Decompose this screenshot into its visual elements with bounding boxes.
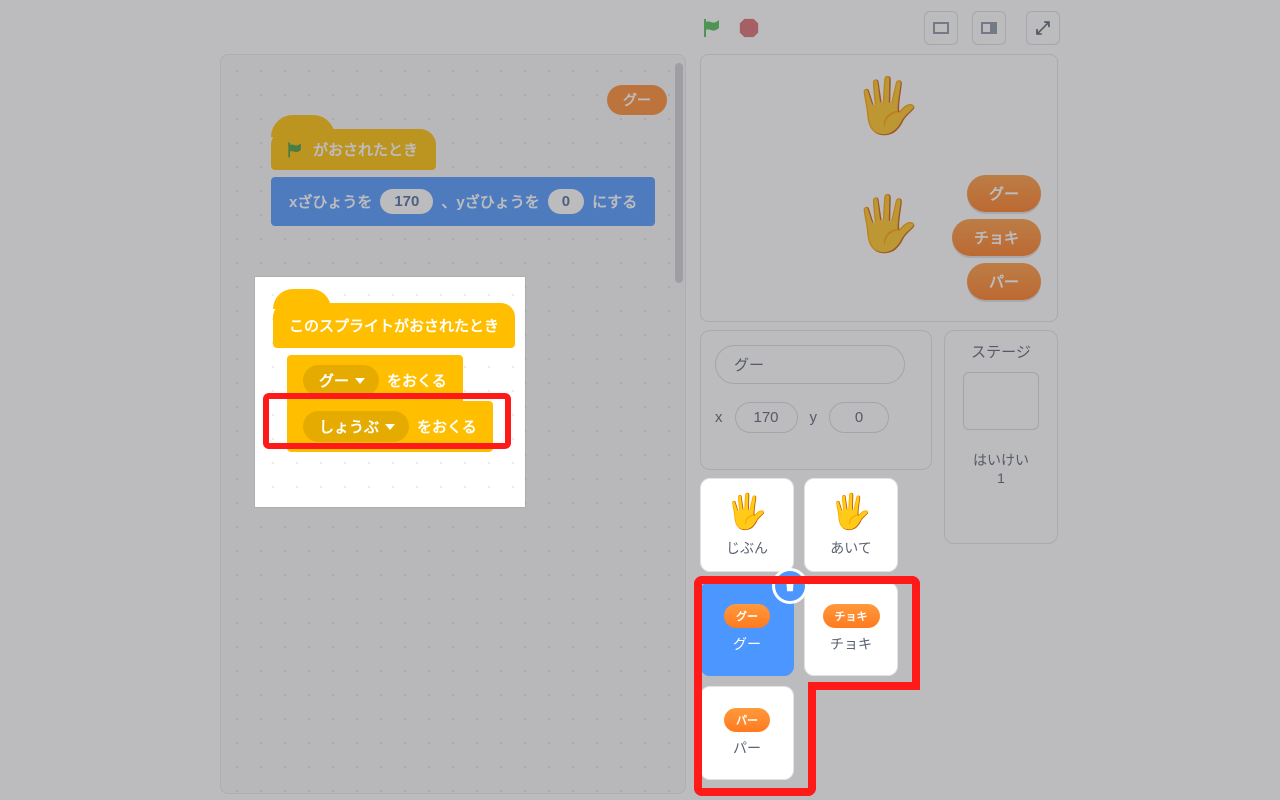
- hat-sprite-label: このスプライトがおされたとき: [289, 318, 499, 335]
- sprite-tile-label: あいて: [830, 538, 872, 558]
- sprite-tile-label: パー: [733, 738, 761, 758]
- y-input[interactable]: 0: [548, 189, 584, 214]
- broadcast-suffix-1: をおくる: [387, 370, 447, 391]
- trash-icon: [783, 579, 797, 593]
- sprite-tile-label: グー: [733, 634, 761, 654]
- sprite-tile-tag: チョキ: [823, 604, 880, 628]
- hand-icon: 🖐️: [830, 492, 872, 532]
- scrollbar[interactable]: [675, 63, 683, 283]
- sprite-tile-tag: グー: [724, 604, 770, 628]
- stage-header: ⤢: [700, 8, 1060, 48]
- hand-icon: 🖐️: [726, 492, 768, 532]
- small-stage-button[interactable]: [924, 11, 958, 45]
- stage[interactable]: 🖐️ 🖐️ グー チョキ パー: [700, 54, 1058, 322]
- sprite-tile-guu[interactable]: グー グー: [700, 582, 794, 676]
- sprite-tile-choki[interactable]: チョキ チョキ: [804, 582, 898, 676]
- when-sprite-clicked-block[interactable]: このスプライトがおされたとき: [273, 303, 515, 348]
- sprite-watermark: グー: [607, 85, 667, 115]
- x-value-input[interactable]: 170: [735, 402, 798, 433]
- highlight-outline: [263, 393, 511, 449]
- sprite-info-panel: グー x 170 y 0: [700, 330, 932, 470]
- sprite-tile-label: チョキ: [830, 634, 872, 654]
- when-flag-clicked-block[interactable]: がおされたとき: [271, 129, 436, 170]
- x-label: x: [715, 409, 723, 426]
- stage-thumbnail[interactable]: [963, 372, 1039, 430]
- large-stage-button[interactable]: [972, 11, 1006, 45]
- sprite-tile-aite[interactable]: 🖐️ あいて: [804, 478, 898, 572]
- backdrops-count: 1: [953, 470, 1049, 486]
- stop-icon[interactable]: [738, 17, 760, 39]
- y-value-input[interactable]: 0: [829, 402, 889, 433]
- highlight-region: このスプライトがおされたとき グー をおくる しょうぶ をおくる: [255, 277, 525, 507]
- motion-mid: 、yざひょうを: [441, 191, 539, 212]
- stage-button-rock[interactable]: グー: [967, 175, 1041, 212]
- broadcast-option-1: グー: [319, 370, 349, 391]
- sprite-tile-tag: パー: [724, 708, 770, 732]
- chevron-down-icon: [355, 378, 365, 384]
- stage-sprite-hand-top[interactable]: 🖐️: [853, 79, 920, 133]
- backdrops-label: はいけい: [953, 450, 1049, 470]
- sprite-tile-label: じぶん: [726, 538, 768, 558]
- motion-prefix: xざひょうを: [289, 191, 372, 212]
- script-area[interactable]: グー がおされたとき xざひょうを 170 、yざひょうを 0 にする このスプ…: [220, 54, 686, 794]
- sprite-tile-jibun[interactable]: 🖐️ じぶん: [700, 478, 794, 572]
- stage-selector[interactable]: ステージ はいけい 1: [944, 330, 1058, 544]
- motion-suffix: にする: [592, 191, 637, 212]
- stage-sprite-hand-bottom[interactable]: 🖐️: [853, 197, 920, 251]
- hat-flag-label: がおされたとき: [313, 139, 418, 160]
- stage-title: ステージ: [953, 341, 1049, 362]
- x-input[interactable]: 170: [380, 189, 433, 214]
- goto-xy-block[interactable]: xざひょうを 170 、yざひょうを 0 にする: [271, 177, 655, 226]
- green-flag-icon[interactable]: [700, 16, 724, 40]
- sprite-name-input[interactable]: グー: [715, 345, 905, 384]
- flag-icon: [285, 140, 305, 160]
- fullscreen-button[interactable]: ⤢: [1026, 11, 1060, 45]
- stage-button-paper[interactable]: パー: [967, 263, 1041, 300]
- stage-button-scissors[interactable]: チョキ: [952, 219, 1041, 256]
- y-label: y: [810, 409, 818, 426]
- broadcast-dropdown-1[interactable]: グー: [303, 365, 379, 396]
- sprite-tile-paa[interactable]: パー パー: [700, 686, 794, 780]
- sprite-list: 🖐️ じぶん 🖐️ あいて グー グー チョキ チョキ パー パー: [700, 478, 932, 780]
- delete-sprite-button[interactable]: [775, 571, 805, 601]
